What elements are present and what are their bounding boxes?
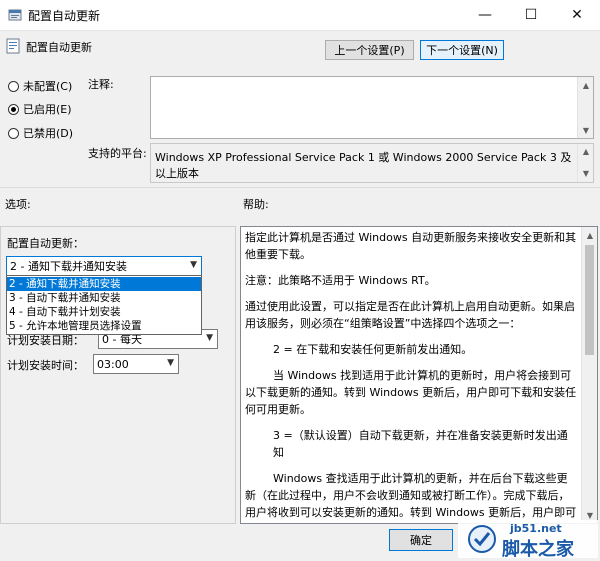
previous-setting-button[interactable]: 上一个设置(P) xyxy=(325,40,414,60)
select-value: 2 - 通知下载并通知安装 xyxy=(10,260,127,273)
dropdown-option-5[interactable]: 5 - 允许本地管理员选择设置 xyxy=(7,319,201,333)
dropdown-option-2[interactable]: 2 - 通知下载并通知安装 xyxy=(7,277,201,291)
help-content: 指定此计算机是否通过 Windows 自动更新服务来接收安全更新和其他重要下载。… xyxy=(245,229,577,523)
help-paragraph: 当 Windows 找到适用于此计算机的更新时，用户将会接到可以下载更新的通知。… xyxy=(245,369,577,416)
policy-window-icon xyxy=(8,9,22,21)
radio-label: 已启用(E) xyxy=(23,103,72,116)
help-paragraph: 注意：此策略不适用于 Windows RT。 xyxy=(245,274,436,287)
help-label: 帮助: xyxy=(243,198,269,211)
scroll-thumb[interactable] xyxy=(585,245,594,355)
dropdown-option-4[interactable]: 4 - 自动下载并计划安装 xyxy=(7,305,201,319)
next-setting-button[interactable]: 下一个设置(N) xyxy=(420,40,504,60)
scroll-up-icon[interactable]: ▲ xyxy=(578,77,594,93)
maximize-button[interactable]: ☐ xyxy=(508,0,554,30)
configure-updates-dropdown: 2 - 通知下载并通知安装 3 - 自动下载并通知安装 4 - 自动下载并计划安… xyxy=(6,275,202,335)
scroll-down-icon[interactable]: ▼ xyxy=(578,166,594,182)
options-label: 选项: xyxy=(5,198,31,211)
maximize-icon: ☐ xyxy=(524,7,538,23)
comment-label: 注释: xyxy=(88,78,114,91)
title-bar: 配置自动更新 — ☐ ✕ xyxy=(0,0,600,31)
scroll-up-icon[interactable]: ▲ xyxy=(582,227,597,243)
setting-icon xyxy=(6,38,20,54)
watermark-brand: 脚本之家 xyxy=(502,539,574,560)
watermark-emblem-icon xyxy=(468,525,496,553)
watermark-logo: jb51.net 脚本之家 xyxy=(458,520,598,560)
help-paragraph: Windows 查找适用于此计算机的更新，并在后台下载这些更新（在此过程中，用户… xyxy=(245,472,577,519)
help-paragraph: 3 =（默认设置）自动下载更新，并在准备安装更新时发出通知 xyxy=(273,429,568,459)
help-paragraph: 指定此计算机是否通过 Windows 自动更新服务来接收安全更新和其他重要下载。 xyxy=(245,231,577,261)
configure-updates-label: 配置自动更新： xyxy=(7,237,84,250)
platform-value-box: Windows XP Professional Service Pack 1 或… xyxy=(150,143,594,183)
radio-not-configured[interactable]: 未配置(C) xyxy=(8,79,72,93)
help-panel: 指定此计算机是否通过 Windows 自动更新服务来接收安全更新和其他重要下载。… xyxy=(240,226,598,524)
schedule-time-label: 计划安装时间： xyxy=(7,359,84,372)
minimize-icon: — xyxy=(478,7,492,23)
radio-enabled[interactable]: 已启用(E) xyxy=(8,102,72,116)
platform-scrollbar[interactable]: ▲ ▼ xyxy=(577,144,593,182)
scroll-up-icon[interactable]: ▲ xyxy=(578,144,594,160)
schedule-time-select[interactable]: 03:00 ▼ xyxy=(93,354,179,374)
radio-circle-selected xyxy=(8,103,19,115)
radio-circle xyxy=(8,127,19,139)
scroll-down-icon[interactable]: ▼ xyxy=(578,122,594,138)
help-paragraph: 2 = 在下载和安装任何更新前发出通知。 xyxy=(273,343,473,356)
chevron-down-icon: ▼ xyxy=(167,358,174,368)
select-value: 03:00 xyxy=(97,357,129,371)
section-divider xyxy=(0,187,600,188)
chevron-down-icon: ▼ xyxy=(190,260,197,270)
dropdown-option-3[interactable]: 3 - 自动下载并通知安装 xyxy=(7,291,201,305)
radio-disabled[interactable]: 已禁用(D) xyxy=(8,126,73,140)
ok-button[interactable]: 确定 xyxy=(389,529,453,551)
minimize-button[interactable]: — xyxy=(462,0,508,30)
window-title: 配置自动更新 xyxy=(28,9,101,23)
comment-textarea[interactable]: ▲ ▼ xyxy=(150,76,594,139)
watermark-site: jb51.net xyxy=(510,522,562,535)
platform-value: Windows XP Professional Service Pack 1 或… xyxy=(155,151,572,180)
help-paragraph: 通过使用此设置，可以指定是否在此计算机上启用自动更新。如果启用该服务，则必须在“… xyxy=(245,300,575,330)
radio-label: 未配置(C) xyxy=(23,80,73,93)
configure-updates-select[interactable]: 2 - 通知下载并通知安装 ▼ xyxy=(6,256,202,276)
chevron-down-icon: ▼ xyxy=(206,333,213,343)
close-button[interactable]: ✕ xyxy=(554,0,600,30)
comment-scrollbar[interactable]: ▲ ▼ xyxy=(577,77,593,138)
radio-circle xyxy=(8,80,19,92)
platform-label: 支持的平台: xyxy=(88,147,147,160)
radio-label: 已禁用(D) xyxy=(23,127,74,140)
close-icon: ✕ xyxy=(571,7,583,23)
options-panel: 配置自动更新： 2 - 通知下载并通知安装 ▼ 计划安装日期： 0 - 每天 ▼… xyxy=(0,226,236,524)
help-scrollbar[interactable]: ▲ ▼ xyxy=(581,227,597,523)
setting-name: 配置自动更新 xyxy=(26,41,92,54)
